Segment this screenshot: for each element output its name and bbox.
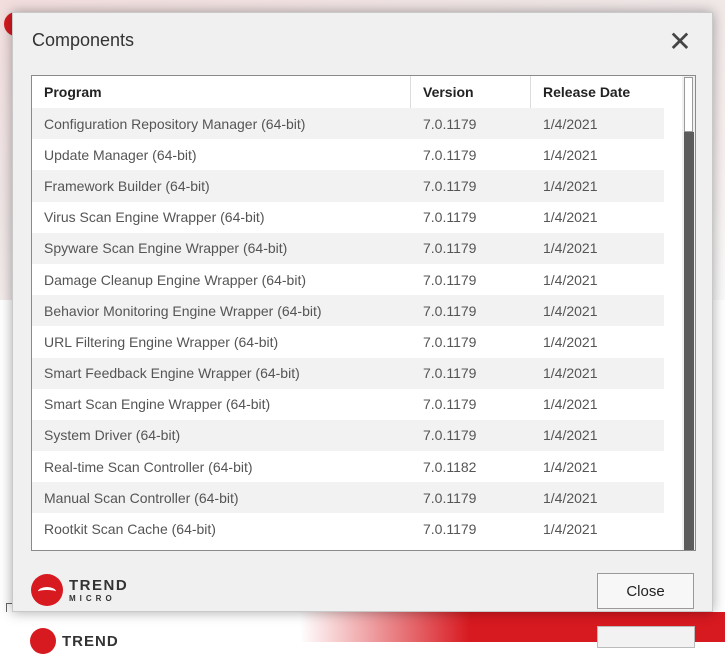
background-logo: TREND (30, 628, 119, 654)
table-row[interactable]: URL Filtering Engine Wrapper (64-bit) 7.0… (32, 326, 664, 358)
components-table: Program Version Release Date Configurati… (31, 75, 696, 551)
close-icon[interactable]: ✕ (665, 27, 695, 57)
background-brand-text: TREND (62, 632, 119, 650)
cell-release-date: 1/4/2021 (543, 396, 598, 413)
dialog-footer: TREND MICRO Close (13, 563, 712, 613)
trend-micro-logo-icon (31, 574, 63, 606)
table-row[interactable]: Update Manager (64-bit) 7.0.1179 1/4/2021 (32, 139, 664, 171)
cell-program: Smart Scan Engine Wrapper (64-bit) (44, 396, 271, 413)
cell-version: 7.0.1179 (423, 177, 477, 194)
cell-release-date: 1/4/2021 (543, 427, 598, 444)
cell-release-date: 1/4/2021 (543, 146, 598, 163)
scrollbar-thumb[interactable] (684, 77, 693, 132)
column-header-program[interactable]: Program (32, 76, 411, 108)
table-row[interactable]: Manual Scan Controller (64-bit) 7.0.1179 1… (32, 482, 664, 514)
column-header-version[interactable]: Version (411, 76, 531, 108)
cell-program: Damage Cleanup Engine Wrapper (64-bit) (44, 271, 306, 288)
components-dialog: Components ✕ Program Version Release Dat… (12, 12, 713, 612)
cell-release-date: 1/4/2021 (543, 521, 598, 538)
cell-program: Smart Feedback Engine Wrapper (64-bit) (44, 365, 300, 382)
logo-text: TREND MICRO (69, 578, 128, 603)
cell-version: 7.0.1179 (423, 365, 477, 382)
cell-program: System Driver (64-bit) (44, 427, 181, 444)
cell-version: 7.0.1179 (423, 489, 477, 506)
cell-program: Framework Builder (64-bit) (44, 177, 210, 194)
table-row[interactable]: Real-time Scan Controller (64-bit) 7.0.11… (32, 451, 664, 483)
cell-release-date: 1/4/2021 (543, 365, 598, 382)
cell-version: 7.0.1179 (423, 146, 477, 163)
cell-release-date: 1/4/2021 (543, 271, 598, 288)
dialog-titlebar: Components ✕ (13, 13, 712, 65)
cell-program: Behavior Monitoring Engine Wrapper (64-b… (44, 302, 322, 319)
logo-brand-line1: TREND (69, 576, 129, 594)
cell-release-date: 1/4/2021 (543, 333, 598, 350)
cell-version: 7.0.1179 (423, 115, 477, 132)
close-button[interactable]: Close (597, 573, 694, 609)
cell-release-date: 1/4/2021 (543, 115, 598, 132)
table-row[interactable]: Smart Scan Engine Wrapper (64-bit) 7.0.11… (32, 388, 664, 420)
scrollbar-track[interactable] (684, 132, 694, 550)
table-row[interactable]: Rootkit Scan Cache (64-bit) 7.0.1179 1/4/2… (32, 513, 664, 545)
cell-program: Configuration Repository Manager (64-bit… (44, 115, 306, 132)
dialog-title: Components (32, 30, 135, 50)
cell-version: 7.0.1179 (423, 427, 477, 444)
cell-program: Spyware Scan Engine Wrapper (64-bit) (44, 240, 288, 257)
cell-program: URL Filtering Engine Wrapper (64-bit) (44, 333, 279, 350)
cell-version: 7.0.1179 (423, 333, 477, 350)
cell-version: 7.0.1179 (423, 396, 477, 413)
vertical-scrollbar[interactable] (682, 76, 695, 550)
table-row[interactable]: Virus Scan Engine Wrapper (64-bit) 7.0.11… (32, 201, 664, 233)
cell-version: 7.0.1179 (423, 209, 477, 226)
cell-release-date: 1/4/2021 (543, 240, 598, 257)
table-row[interactable]: Behavior Monitoring Engine Wrapper (64-b… (32, 295, 664, 327)
cell-release-date: 1/4/2021 (543, 302, 598, 319)
column-header-release-date[interactable]: Release Date (531, 76, 664, 108)
background-close-button (597, 626, 695, 648)
cell-version: 7.0.1182 (423, 458, 477, 475)
cell-release-date: 1/4/2021 (543, 489, 598, 506)
cell-release-date: 1/4/2021 (543, 177, 598, 194)
table-row[interactable]: Framework Builder (64-bit) 7.0.1179 1/4/20… (32, 170, 664, 202)
cell-version: 7.0.1179 (423, 302, 477, 319)
cell-release-date: 1/4/2021 (543, 458, 598, 475)
table-row[interactable]: System Driver (64-bit) 7.0.1179 1/4/2021 (32, 419, 664, 452)
cell-version: 7.0.1179 (423, 521, 477, 538)
cell-program: Rootkit Scan Cache (64-bit) (44, 521, 216, 538)
table-row[interactable]: Damage Cleanup Engine Wrapper (64-bit) 7.… (32, 263, 664, 296)
trend-micro-logo: TREND MICRO (31, 574, 128, 606)
cell-release-date: 1/4/2021 (543, 209, 598, 226)
trend-micro-logo-icon (30, 628, 56, 654)
table-row[interactable]: Configuration Repository Manager (64-bit… (32, 108, 664, 140)
table-header: Program Version Release Date (32, 76, 682, 108)
cell-program: Virus Scan Engine Wrapper (64-bit) (44, 209, 265, 226)
table-body: Configuration Repository Manager (64-bit… (32, 108, 664, 545)
table-row[interactable]: Smart Feedback Engine Wrapper (64-bit) 7.… (32, 357, 664, 389)
logo-brand-line2: MICRO (69, 593, 116, 603)
cell-program: Real-time Scan Controller (64-bit) (44, 458, 253, 475)
cell-program: Manual Scan Controller (64-bit) (44, 489, 239, 506)
cell-version: 7.0.1179 (423, 240, 477, 257)
table-row[interactable]: Spyware Scan Engine Wrapper (64-bit) 7.0.… (32, 232, 664, 264)
cell-version: 7.0.1179 (423, 271, 477, 288)
cell-program: Update Manager (64-bit) (44, 146, 197, 163)
